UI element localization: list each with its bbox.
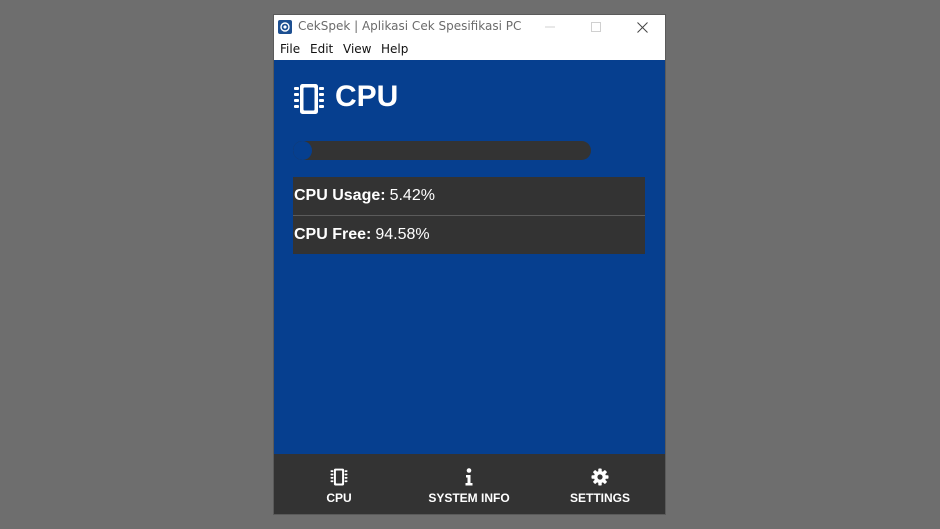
nav-settings-button[interactable]: SETTINGS <box>535 454 665 514</box>
nav-system-info-label: SYSTEM INFO <box>428 490 510 505</box>
maximize-button[interactable] <box>573 15 619 39</box>
bottom-navigation: CPU SYSTEM INFO SETTINGS <box>274 454 665 514</box>
nav-cpu-button[interactable]: CPU <box>274 454 404 514</box>
menu-file[interactable]: File <box>280 42 300 56</box>
cpu-usage-row: CPU Usage: 5.42% <box>293 177 645 215</box>
window-title: CekSpek | Aplikasi Cek Spesifikasi PC <box>298 19 522 33</box>
gear-icon <box>591 468 609 486</box>
nav-settings-label: SETTINGS <box>569 490 630 505</box>
menu-edit[interactable]: Edit <box>310 42 333 56</box>
menu-help[interactable]: Help <box>381 42 408 56</box>
nav-cpu-label: CPU <box>326 490 352 505</box>
chip-icon <box>293 83 325 120</box>
cpu-free-label: CPU Free: <box>294 226 372 243</box>
menu-bar: File Edit View Help <box>274 39 665 60</box>
minimize-button[interactable] <box>527 15 573 39</box>
cpu-usage-progress-fill <box>293 141 312 160</box>
title-bar[interactable]: CekSpek | Aplikasi Cek Spesifikasi PC <box>274 15 665 39</box>
nav-system-info-button[interactable]: SYSTEM INFO <box>404 454 534 514</box>
page-title: CPU <box>335 80 399 113</box>
info-icon <box>464 467 474 486</box>
cpu-free-row: CPU Free: 94.58% <box>293 216 645 254</box>
app-logo-icon <box>278 20 292 34</box>
cpu-usage-progress-bar <box>293 141 591 160</box>
cpu-panel: CPU CPU Usage: 5.42% CPU Free: 94.58% <box>274 60 665 454</box>
app-window: CekSpek | Aplikasi Cek Spesifikasi PC Fi… <box>274 15 665 514</box>
cpu-free-value: 94.58% <box>375 226 430 243</box>
close-button[interactable] <box>619 15 665 39</box>
cpu-usage-value: 5.42% <box>389 187 435 204</box>
cpu-usage-label: CPU Usage: <box>294 187 386 204</box>
chip-icon <box>330 468 348 486</box>
menu-view[interactable]: View <box>343 42 371 56</box>
